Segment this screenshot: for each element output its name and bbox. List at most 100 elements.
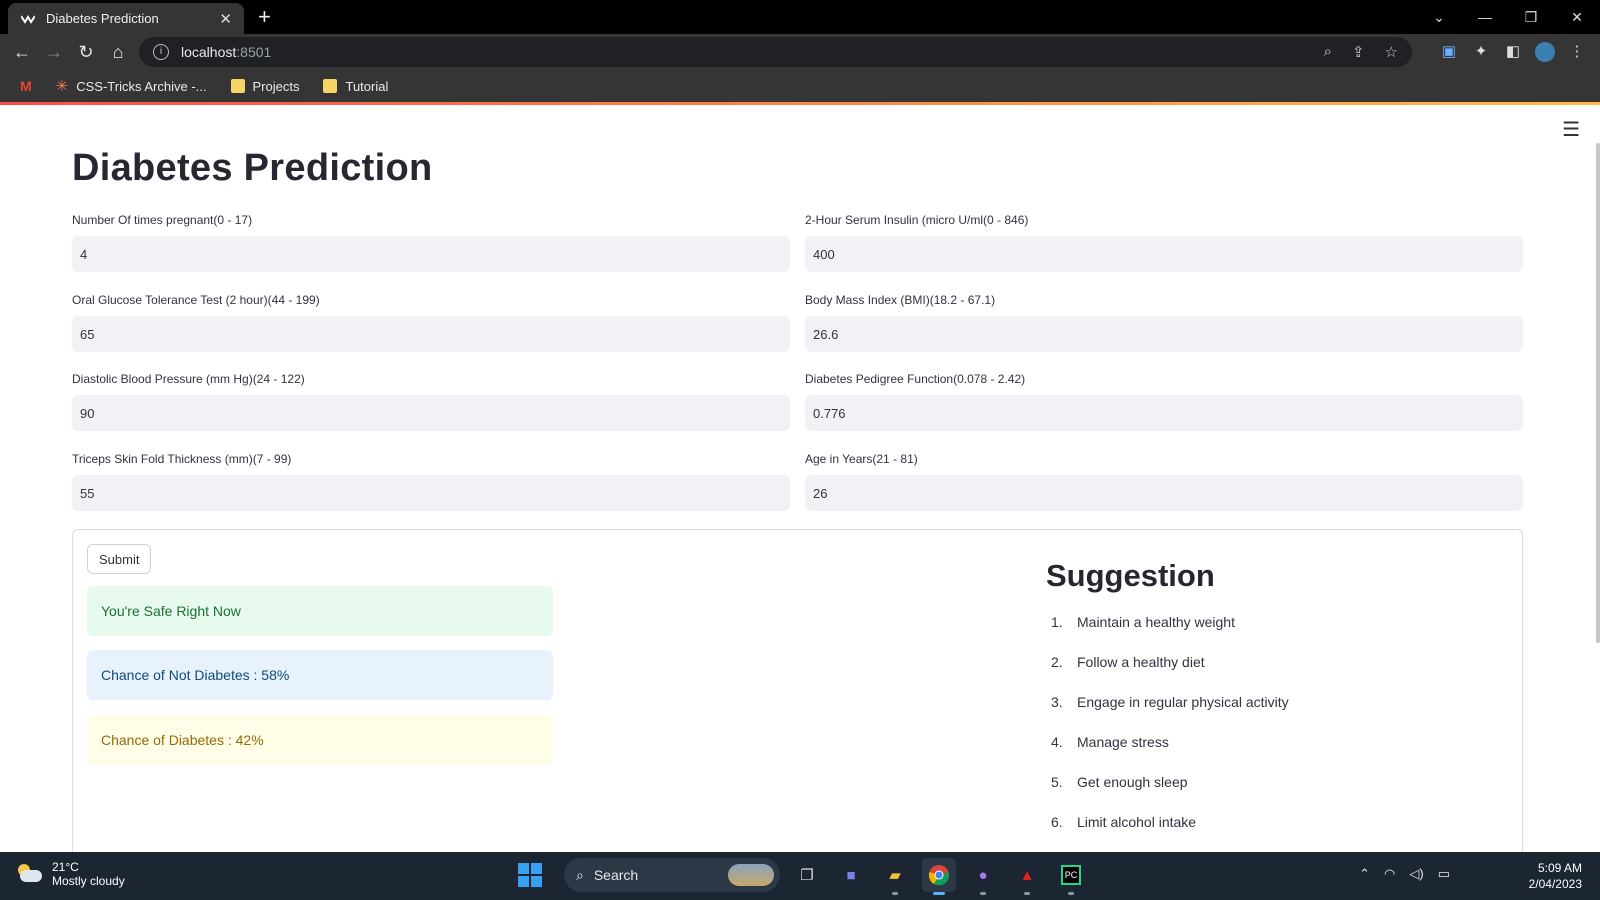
weather-widget[interactable]: 21°C Mostly cloudy — [16, 860, 125, 888]
teams-chat-icon[interactable]: ■ — [834, 858, 868, 892]
submit-button[interactable]: Submit — [87, 544, 152, 574]
restore-button[interactable]: ❐ — [1508, 0, 1554, 34]
url-port: :8501 — [236, 44, 272, 60]
list-item: 1. Maintain a healthy weight — [1051, 614, 1289, 654]
temperature: 21°C — [52, 860, 79, 874]
acrobat-icon[interactable]: ▲ — [1010, 858, 1044, 895]
search-icon: ⌕ — [576, 866, 584, 883]
success-alert: You're Safe Right Now — [87, 586, 553, 636]
start-button[interactable] — [518, 863, 542, 887]
close-window-button[interactable]: ✕ — [1554, 0, 1600, 34]
pedigree-field: Diabetes Pedigree Function(0.078 - 2.42)… — [805, 372, 1523, 431]
profile-avatar[interactable] — [1535, 42, 1555, 62]
field-label: Age in Years(21 - 81) — [805, 452, 918, 466]
field-label: Body Mass Index (BMI)(18.2 - 67.1) — [805, 293, 996, 307]
item-text: Follow a healthy diet — [1077, 654, 1205, 670]
browser-menu-icon[interactable]: ⋮ — [1567, 42, 1587, 62]
volume-icon[interactable]: ◁) — [1409, 866, 1423, 882]
item-text: Engage in regular physical activity — [1077, 694, 1289, 710]
item-number: 3. — [1051, 694, 1063, 710]
bookmark-star-icon[interactable]: ☆ — [1385, 43, 1398, 61]
skin-thickness-input[interactable]: 55 — [72, 475, 790, 511]
insulin-field: 2-Hour Serum Insulin (micro U/ml(0 - 846… — [805, 213, 1523, 272]
result-form: Submit You're Safe Right Now Chance of N… — [72, 529, 1523, 852]
item-text: Manage stress — [1077, 734, 1169, 750]
taskbar-search[interactable]: ⌕ Search — [564, 858, 780, 892]
blood-pressure-input[interactable]: 90 — [72, 395, 790, 431]
item-number: 5. — [1051, 774, 1063, 790]
search-label: Search — [593, 867, 639, 883]
system-clock[interactable]: 5:09 AM 2/04/2023 — [1529, 860, 1582, 892]
info-alert: Chance of Not Diabetes : 58% — [87, 650, 553, 700]
pregnancies-field: Number Of times pregnant(0 - 17) 4 — [72, 213, 790, 272]
list-item: 6. Limit alcohol intake — [1051, 814, 1289, 852]
chevron-up-icon[interactable]: ⌃ — [1359, 866, 1370, 882]
folder-icon — [230, 79, 245, 93]
gmail-bookmark[interactable]: M — [14, 78, 38, 94]
extensions-puzzle-icon[interactable]: ✦ — [1471, 42, 1491, 62]
field-label: Diabetes Pedigree Function(0.078 - 2.42) — [805, 372, 1026, 386]
bookmark-label: Tutorial — [345, 78, 389, 94]
list-item: 5. Get enough sleep — [1051, 774, 1289, 814]
site-info-icon[interactable]: i — [153, 44, 169, 60]
side-panel-icon[interactable]: ◧ — [1503, 42, 1523, 62]
bookmark-projects[interactable]: Projects — [225, 79, 306, 94]
gmail-icon: M — [20, 78, 32, 94]
folder-icon — [323, 79, 338, 93]
list-item: 2. Follow a healthy diet — [1051, 654, 1289, 694]
new-tab-button[interactable]: + — [258, 3, 271, 31]
field-label: Diastolic Blood Pressure (mm Hg)(24 - 12… — [72, 372, 305, 386]
item-number: 4. — [1051, 734, 1063, 750]
warning-alert: Chance of Diabetes : 42% — [87, 715, 553, 765]
browser-tab[interactable]: Diabetes Prediction ✕ — [8, 3, 244, 34]
field-label: 2-Hour Serum Insulin (micro U/ml(0 - 846… — [805, 213, 1029, 227]
field-label: Oral Glucose Tolerance Test (2 hour)(44 … — [72, 293, 320, 307]
task-view-icon[interactable]: ❐ — [790, 858, 824, 892]
glucose-input[interactable]: 65 — [72, 316, 790, 352]
list-item: 3. Engage in regular physical activity — [1051, 694, 1289, 734]
forward-icon[interactable]: → — [42, 40, 66, 64]
age-input[interactable]: 26 — [805, 475, 1523, 511]
address-bar[interactable]: i localhost:8501 ⌕ ⇪ ☆ — [139, 37, 1412, 67]
css-tricks-icon: ✳ — [55, 78, 69, 95]
reload-icon[interactable]: ↻ — [74, 40, 98, 64]
item-text: Maintain a healthy weight — [1077, 614, 1235, 630]
partly-cloudy-icon — [16, 864, 42, 884]
skin-thickness-field: Triceps Skin Fold Thickness (mm)(7 - 99)… — [72, 452, 790, 511]
zoom-icon[interactable]: ⌕ — [1324, 43, 1332, 61]
item-text: Get enough sleep — [1077, 774, 1188, 790]
app-menu-icon[interactable]: ☰ — [1562, 117, 1580, 142]
streamlit-favicon-icon — [20, 11, 36, 27]
bookmark-css-tricks[interactable]: ✳ CSS-Tricks Archive -... — [50, 77, 213, 95]
bookmark-tutorial[interactable]: Tutorial — [317, 79, 394, 94]
insulin-input[interactable]: 400 — [805, 236, 1523, 272]
battery-icon[interactable]: ▭ — [1438, 866, 1450, 882]
bmi-input[interactable]: 26.6 — [805, 316, 1523, 352]
browser-tab-strip: Diabetes Prediction ✕ + ⌄ — ❐ ✕ — [0, 0, 1600, 34]
bookmark-label: CSS-Tricks Archive -... — [76, 78, 207, 94]
minimize-button[interactable]: — — [1462, 0, 1508, 34]
share-icon[interactable]: ⇪ — [1352, 43, 1365, 61]
page-scrollbar[interactable] — [1596, 143, 1600, 643]
wifi-icon[interactable]: ◠ — [1384, 866, 1395, 882]
item-number: 1. — [1051, 614, 1063, 630]
url-host: localhost — [181, 44, 237, 60]
screen-capture-extension-icon[interactable]: ▣ — [1439, 42, 1459, 62]
github-desktop-icon[interactable]: ● — [966, 858, 1000, 895]
list-item: 4. Manage stress — [1051, 734, 1289, 774]
pedigree-input[interactable]: 0.776 — [805, 395, 1523, 431]
browser-toolbar: ← → ↻ ⌂ i localhost:8501 ⌕ ⇪ ☆ ▣ ✦ ◧ ⋮ — [0, 34, 1600, 70]
tab-title: Diabetes Prediction — [46, 11, 159, 26]
page-title: Diabetes Prediction — [72, 147, 433, 189]
field-label: Number Of times pregnant(0 - 17) — [72, 213, 253, 227]
home-icon[interactable]: ⌂ — [106, 40, 130, 64]
back-icon[interactable]: ← — [10, 40, 34, 64]
pycharm-icon[interactable]: PC — [1054, 858, 1088, 895]
pregnancies-input[interactable]: 4 — [72, 236, 790, 272]
weather-condition: Mostly cloudy — [52, 874, 125, 888]
tab-close-icon[interactable]: ✕ — [219, 10, 232, 28]
tab-search-icon[interactable]: ⌄ — [1416, 0, 1462, 34]
chrome-icon[interactable] — [922, 858, 956, 895]
file-explorer-icon[interactable]: ▰ — [878, 858, 912, 895]
item-number: 2. — [1051, 654, 1063, 670]
